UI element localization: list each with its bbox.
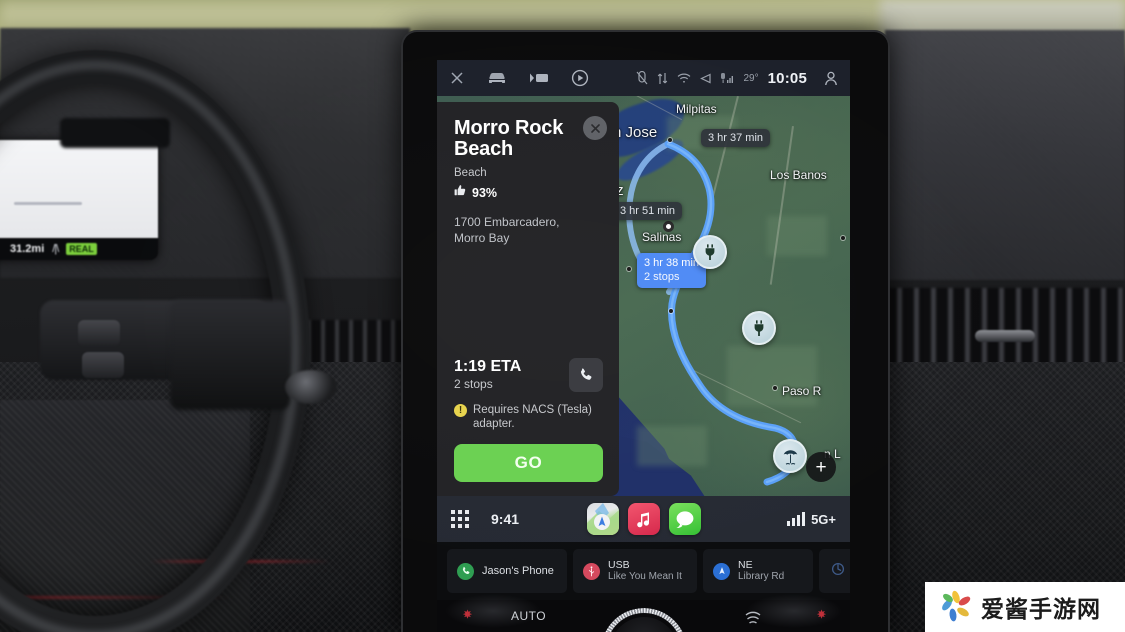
- city-dot-losbanos: [841, 236, 845, 240]
- car-icon[interactable]: [487, 71, 507, 85]
- map-label-paso-robles: Paso R: [782, 384, 822, 398]
- steering-wheel-button-left-2[interactable]: [82, 352, 124, 378]
- native-card-phone[interactable]: Jason's Phone: [447, 549, 567, 593]
- cellular-bars-icon: [787, 512, 806, 526]
- native-nav-subtitle: Library Rd: [738, 571, 785, 583]
- route-bubble-stops: 2 stops: [644, 271, 680, 284]
- native-usb-title: USB: [608, 558, 630, 571]
- eta-stops: 2 stops: [454, 376, 493, 391]
- native-card-navigation[interactable]: NE Library Rd: [703, 549, 813, 593]
- dock-apps: [586, 503, 701, 535]
- dashboard-fabric-right: [885, 30, 1125, 280]
- warning-icon: !: [454, 403, 467, 417]
- carplay-map[interactable]: Milpitas n Jose Los Banos Cruz Salinas P…: [437, 96, 850, 496]
- map-label-salinas: Salinas: [642, 230, 682, 244]
- steering-wheel-cap: [285, 370, 337, 404]
- car-interior-scene: 31.2mi /|\ REAL 29° 10:05 Milpitas n Jos…: [0, 0, 1125, 632]
- app-grid-icon[interactable]: [451, 510, 469, 528]
- route-bubble-time: 3 hr 38 min: [644, 257, 700, 269]
- carplay-clock: 10:05: [767, 69, 807, 87]
- eta-row: 1:19 ETA 2 stops: [454, 357, 603, 392]
- native-nav-text: NE Library Rd: [738, 559, 784, 583]
- temperature-label: 29°: [743, 72, 759, 84]
- eta-value: 1:19 ETA: [454, 357, 522, 375]
- maps-app-icon[interactable]: [586, 503, 619, 535]
- air-vent-right: [885, 288, 1125, 366]
- native-phone-label: Jason's Phone: [482, 565, 554, 577]
- auto-climate-label[interactable]: AUTO: [511, 609, 546, 623]
- city-dot-milpitas: [668, 138, 672, 142]
- watermark: 爱酱手游网: [925, 582, 1125, 632]
- climate-icon: [831, 562, 845, 581]
- go-button-label: GO: [514, 453, 543, 472]
- navigation-icon: [713, 562, 730, 580]
- thumbs-up-icon: [454, 184, 467, 202]
- beach-pin-icon[interactable]: [773, 439, 807, 473]
- media-icon[interactable]: [529, 72, 549, 84]
- location-arrow-icon: [699, 73, 711, 84]
- native-nav-title: NE: [738, 558, 753, 571]
- place-address-line1: 1700 Embarcadero,: [454, 215, 560, 229]
- person-icon[interactable]: [824, 71, 838, 86]
- air-vent-knob-right: [975, 330, 1035, 342]
- native-card-usb[interactable]: USB Like You Mean It: [573, 549, 697, 593]
- carplay-status-bar: 29° 10:05: [437, 60, 850, 96]
- route-bubble-alt-2[interactable]: 3 hr 51 min: [613, 202, 683, 220]
- play-circle-icon[interactable]: [571, 69, 589, 87]
- head-unit-screen: 29° 10:05 Milpitas n Jose Los Banos Sali…: [437, 60, 850, 632]
- charger-pin-icon-2[interactable]: [742, 311, 776, 345]
- place-rating: 93%: [454, 184, 603, 202]
- call-button[interactable]: [569, 357, 603, 392]
- route-bubble-time: 3 hr 37 min: [708, 132, 764, 144]
- steering-column: [170, 300, 290, 410]
- wifi-icon: [677, 73, 691, 84]
- phone-icon: [457, 562, 474, 580]
- close-card-button[interactable]: [583, 116, 607, 140]
- carplay-dock: 9:41 5G+: [437, 496, 850, 542]
- steering-wheel-button-left[interactable]: [78, 320, 120, 346]
- go-button[interactable]: GO: [454, 444, 603, 482]
- watermark-text: 爱酱手游网: [981, 597, 1101, 623]
- route-bubble-alt-1[interactable]: 3 hr 37 min: [701, 129, 771, 147]
- place-category: Beach: [454, 167, 487, 179]
- map-zoom-in-button[interactable]: +: [806, 452, 836, 482]
- usb-icon: [583, 562, 600, 580]
- warning-text: Requires NACS (Tesla) adapter.: [473, 403, 603, 432]
- flower-logo-icon: [939, 590, 973, 624]
- native-usb-text: USB Like You Mean It: [608, 559, 682, 583]
- messages-app-icon[interactable]: [668, 503, 701, 535]
- cellular-icon: [720, 72, 735, 85]
- city-dot-salinas: [669, 309, 673, 313]
- do-not-disturb-icon: [636, 71, 648, 85]
- map-label-milpitas: Milpitas: [676, 102, 717, 116]
- heated-seat-icon-right[interactable]: [815, 609, 828, 625]
- city-dot-paso: [773, 386, 777, 390]
- city-dot-cruz: [627, 267, 631, 271]
- heated-seat-icon-left[interactable]: [461, 609, 474, 625]
- map-label-san-jose: n Jose: [613, 124, 658, 141]
- climate-control-bar: AUTO: [437, 594, 850, 632]
- warning-line1: Requires NACS: [473, 403, 555, 416]
- native-card-climate[interactable]: [819, 549, 850, 593]
- dock-status: 5G+: [787, 512, 836, 527]
- dock-clock: 9:41: [491, 511, 520, 527]
- route-bubble-time: 3 hr 51 min: [620, 205, 676, 217]
- native-usb-subtitle: Like You Mean It: [608, 571, 682, 583]
- place-info-card: Morro Rock Beach Beach 93% 1700 Embarcad…: [437, 102, 619, 496]
- close-icon[interactable]: [449, 70, 465, 86]
- map-zoom-in-label: +: [815, 456, 827, 478]
- place-address-line2: Morro Bay: [454, 230, 510, 245]
- place-rating-value: 93%: [472, 186, 498, 200]
- native-ui-row: Jason's Phone USB Like You Mean It NE Li…: [437, 542, 850, 600]
- map-label-los-banos: Los Banos: [770, 168, 827, 182]
- charger-pin-icon[interactable]: [693, 235, 727, 269]
- network-label: 5G+: [811, 511, 836, 527]
- place-card-actions: 1:19 ETA 2 stops ! Requires NACS (Tesla)…: [454, 357, 603, 496]
- sort-icon: [657, 72, 668, 85]
- charger-warning: ! Requires NACS (Tesla) adapter.: [454, 403, 603, 432]
- music-app-icon[interactable]: [627, 503, 660, 535]
- place-address: 1700 Embarcadero, Morro Bay: [454, 215, 603, 246]
- fan-icon[interactable]: [744, 610, 762, 629]
- place-title: Morro Rock Beach: [454, 117, 564, 160]
